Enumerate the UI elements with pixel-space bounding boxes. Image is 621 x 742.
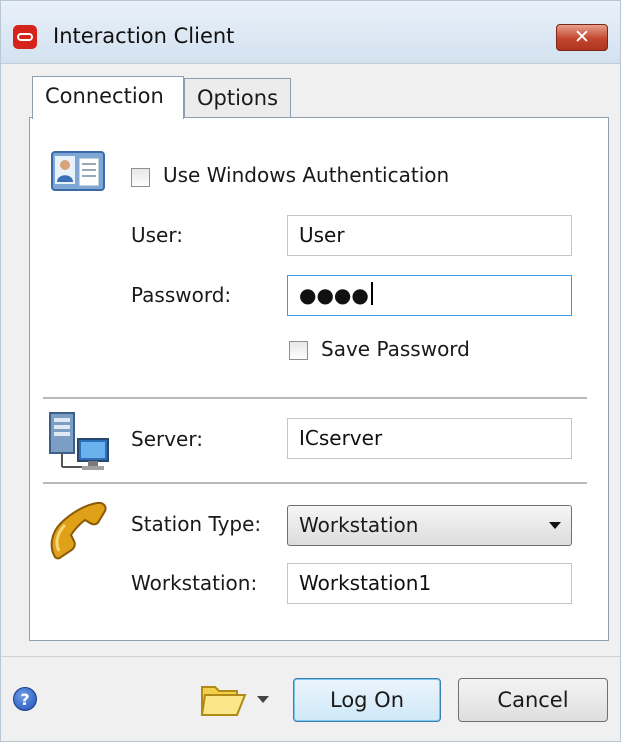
title-bar: Interaction Client ✕: [1, 1, 620, 64]
text-caret: [370, 282, 373, 305]
footer-separator: [1, 656, 620, 657]
user-input[interactable]: User: [287, 215, 572, 256]
dropdown-arrow-icon: [549, 522, 561, 529]
tab-options[interactable]: Options: [184, 78, 291, 119]
password-label: Password:: [131, 283, 232, 307]
save-password-label: Save Password: [321, 337, 470, 361]
station-type-value: Workstation: [299, 513, 419, 537]
interaction-client-dialog: Interaction Client ✕ Connection Options …: [0, 0, 621, 742]
close-button[interactable]: ✕: [556, 24, 608, 51]
server-computer-icon: [49, 412, 109, 470]
folder-menu-button[interactable]: [199, 679, 273, 719]
window-title: Interaction Client: [53, 24, 235, 48]
password-input[interactable]: ●●●●: [287, 275, 572, 316]
workstation-input[interactable]: Workstation1: [287, 563, 572, 604]
section-divider-1: [43, 397, 587, 399]
app-logo-icon: [13, 25, 37, 49]
log-on-button[interactable]: Log On: [293, 678, 441, 722]
save-password-checkbox[interactable]: [289, 341, 308, 360]
tab-connection[interactable]: Connection: [32, 76, 184, 119]
cancel-button[interactable]: Cancel: [458, 678, 608, 722]
workstation-label: Workstation:: [131, 571, 258, 595]
server-input[interactable]: ICserver: [287, 418, 572, 459]
id-card-icon: [51, 151, 105, 191]
station-type-label: Station Type:: [131, 512, 262, 536]
help-icon[interactable]: ?: [13, 687, 37, 711]
folder-icon: [200, 686, 247, 716]
telephone-icon: [50, 501, 107, 560]
password-mask: ●●●●: [299, 283, 369, 307]
chevron-down-icon: [257, 696, 269, 703]
station-type-select[interactable]: Workstation: [287, 505, 572, 546]
use-windows-auth-checkbox[interactable]: [131, 168, 150, 187]
section-divider-2: [43, 482, 587, 484]
use-windows-auth-label: Use Windows Authentication: [163, 163, 450, 187]
user-label: User:: [131, 223, 183, 247]
server-label: Server:: [131, 427, 203, 451]
